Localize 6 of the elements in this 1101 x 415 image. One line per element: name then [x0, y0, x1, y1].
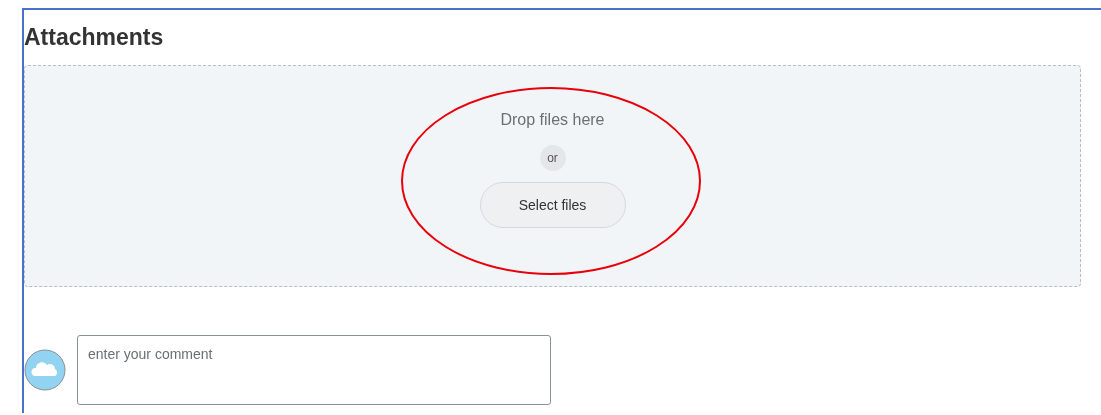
comment-field[interactable]: enter your comment — [77, 335, 551, 405]
drop-prompt: Drop files here — [500, 111, 605, 129]
select-files-button[interactable]: Select files — [479, 182, 626, 228]
section-title: Attachments — [24, 23, 164, 51]
or-separator: or — [539, 145, 566, 171]
file-drop-zone[interactable]: Drop files here or Select files — [24, 65, 1081, 287]
